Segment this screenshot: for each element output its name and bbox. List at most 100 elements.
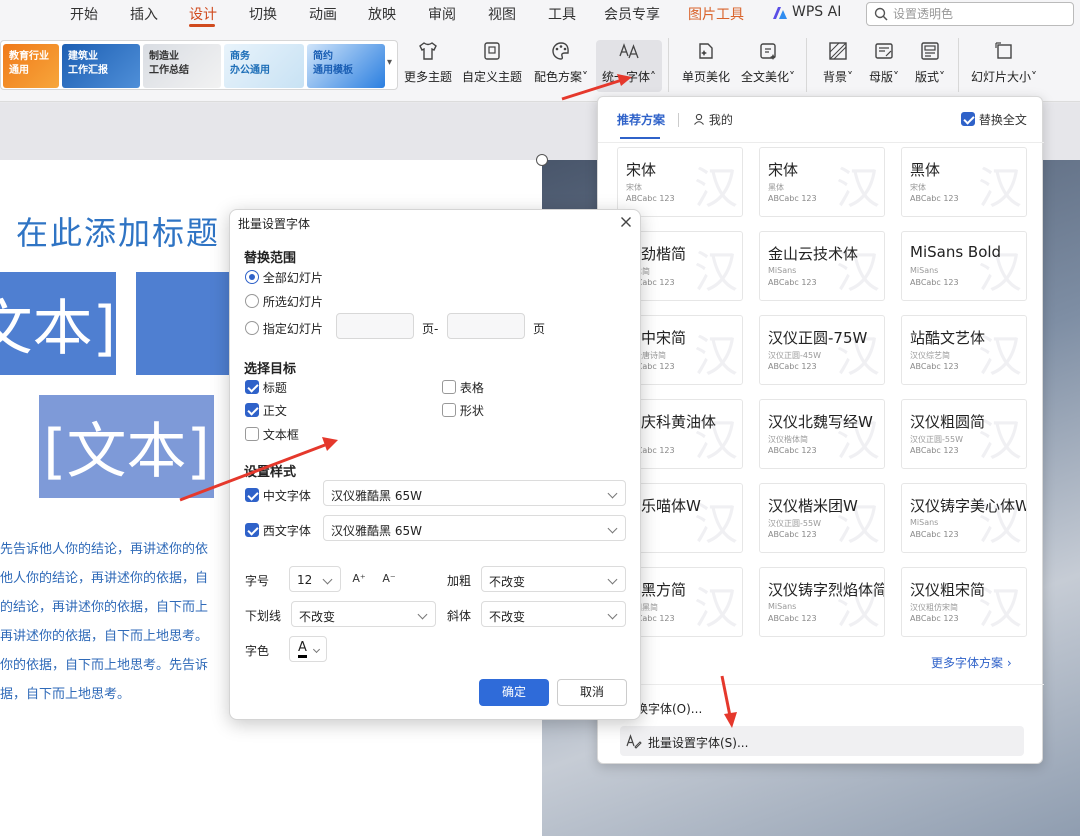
search-input[interactable] — [893, 6, 1063, 22]
font-scheme-card[interactable]: 汉汉仪楷米团W 汉仪正圆-55W ABCabc 123 — [759, 483, 885, 553]
slide-text-box[interactable]: [文本] — [39, 395, 214, 498]
theme-gallery[interactable]: 教育行业 通用 建筑业 工作汇报 制造业 工作总结 商务 办公通用 简约 通用模… — [0, 40, 398, 90]
font-color-picker[interactable]: A — [289, 636, 327, 662]
increase-font-size-icon[interactable]: A⁺ — [350, 570, 368, 588]
font-scheme-card[interactable]: 汉汉仪正圆-75W 汉仪正圆-45W ABCabc 123 — [759, 315, 885, 385]
decrease-font-size-icon[interactable]: A⁻ — [380, 570, 398, 588]
layout-button[interactable]: 版式˅ — [910, 40, 950, 92]
single-page-beautify-button[interactable]: 单页美化 — [678, 40, 734, 92]
underline-label: 下划线 — [245, 609, 282, 623]
chevron-down-icon — [607, 609, 618, 620]
slide-size-button[interactable]: 幻灯片大小˅ — [968, 40, 1040, 92]
italic-select[interactable]: 不改变 — [481, 601, 626, 627]
page-to-input[interactable] — [447, 313, 525, 339]
menu-home[interactable]: 开始 — [70, 4, 98, 24]
cancel-button[interactable]: 取消 — [557, 679, 627, 706]
font-scheme-body-font: MiSans — [910, 266, 939, 275]
slide-body-text[interactable]: 先告诉他人你的结论，再讲述你的依 他人你的结论，再讲述你的依据，自 的结论，再讲… — [0, 538, 240, 708]
font-scheme-card[interactable]: 汉 MiSans Bold MiSans ABCabc 123 — [901, 231, 1027, 301]
target-shape-checkbox[interactable]: 形状 — [442, 402, 484, 419]
target-body-checkbox[interactable]: 正文 — [245, 402, 287, 419]
font-scheme-card[interactable]: 汉宋体 宋体 ABCabc 123 — [617, 147, 743, 217]
scope-specified-radio[interactable]: 指定幻灯片 — [245, 320, 323, 337]
underline-value: 不改变 — [299, 610, 336, 624]
tab-recommended[interactable]: 推荐方案 — [617, 111, 665, 128]
font-scheme-title: 宋体 — [626, 161, 657, 179]
page-from-input[interactable] — [336, 313, 414, 339]
font-scheme-card[interactable]: 汉金山云技术体 MiSans ABCabc 123 — [759, 231, 885, 301]
slide-text-box[interactable]: 文本] — [0, 272, 116, 375]
theme-thumb-simple[interactable]: 简约 通用模板 — [307, 44, 385, 88]
menu-member[interactable]: 会员专享 — [604, 4, 660, 24]
slide-text-box[interactable] — [136, 272, 240, 375]
menu-picture-tools[interactable]: 图片工具 — [688, 4, 744, 24]
tab-divider — [678, 113, 679, 127]
background-button[interactable]: 背景˅ — [818, 40, 858, 92]
chinese-font-select[interactable]: 汉仪雅酷黑 65W — [323, 480, 626, 506]
ok-button[interactable]: 确定 — [479, 679, 549, 706]
theme-thumb-manufacturing[interactable]: 制造业 工作总结 — [143, 44, 221, 88]
theme-thumb-construction[interactable]: 建筑业 工作汇报 — [62, 44, 140, 88]
rotate-handle[interactable] — [536, 154, 548, 166]
tab-active-indicator — [620, 137, 660, 139]
tab-mine[interactable]: 我的 — [693, 111, 733, 128]
menu-wps-ai[interactable]: WPS AI — [792, 4, 841, 20]
menu-slideshow[interactable]: 放映 — [368, 4, 396, 24]
font-scheme-card[interactable]: 汉 黑体 宋体 ABCabc 123 — [901, 147, 1027, 217]
full-text-beautify-label: 全文美化˅ — [740, 70, 795, 84]
theme-thumb-business[interactable]: 商务 办公通用 — [224, 44, 304, 88]
background-label: 背景˅ — [822, 70, 853, 84]
scope-selected-label: 所选幻灯片 — [262, 295, 323, 309]
menu-tools[interactable]: 工具 — [548, 4, 576, 24]
batch-set-font-menu-item[interactable]: 批量设置字体(S)... — [620, 726, 1024, 756]
menu-review[interactable]: 审阅 — [428, 4, 456, 24]
font-scheme-sample: ABCabc 123 — [768, 446, 817, 455]
target-textbox-checkbox[interactable]: 文本框 — [245, 426, 299, 443]
font-scheme-body-font: 汉仪粗仿宋简 — [910, 603, 958, 612]
target-title-checkbox[interactable]: 标题 — [245, 379, 287, 396]
font-scheme-card[interactable]: 汉汉仪北魏写经W 汉仪楷体简 ABCabc 123 — [759, 399, 885, 469]
search-box[interactable] — [866, 2, 1074, 26]
font-scheme-title: 站酷文艺体 — [910, 329, 986, 347]
menu-view[interactable]: 视图 — [488, 4, 516, 24]
scope-all-radio[interactable]: 全部幻灯片 — [245, 269, 323, 286]
close-icon[interactable] — [618, 214, 634, 230]
slide-title[interactable]: 在此添加标题 — [16, 208, 220, 254]
bold-select[interactable]: 不改变 — [481, 566, 626, 592]
unify-font-button[interactable]: 统一字体˄ — [596, 40, 662, 92]
italic-value: 不改变 — [489, 610, 526, 624]
custom-theme-button[interactable]: 自定义主题 — [461, 40, 523, 92]
font-scheme-card[interactable]: 汉汉仪粗宋简 汉仪粗仿宋简 ABCabc 123 — [901, 567, 1027, 637]
theme-thumb-education[interactable]: 教育行业 通用 — [3, 44, 59, 88]
font-scheme-card[interactable]: 汉汉仪铸字烈焰体简 MiSans ABCabc 123 — [759, 567, 885, 637]
more-font-schemes-link[interactable]: 更多字体方案 › — [931, 654, 1012, 671]
chevron-down-icon — [607, 523, 618, 534]
scope-selected-radio[interactable]: 所选幻灯片 — [245, 293, 323, 310]
full-text-beautify-button[interactable]: 全文美化˅ — [738, 40, 798, 92]
gallery-expand-icon[interactable]: ▾ — [387, 57, 392, 68]
menu-insert[interactable]: 插入 — [130, 4, 158, 24]
menu-animation[interactable]: 动画 — [309, 4, 337, 24]
master-button[interactable]: 母版˅ — [864, 40, 904, 92]
more-font-schemes-label: 更多字体方案 — [931, 656, 1004, 670]
font-size-select[interactable]: 12 — [289, 566, 341, 592]
font-scheme-card[interactable]: 汉汉仪铸字美心体W MiSans ABCabc 123 — [901, 483, 1027, 553]
font-size-label: 字号 — [245, 574, 270, 588]
chinese-font-checkbox[interactable]: 中文字体 — [245, 487, 311, 504]
font-scheme-card[interactable]: 汉 宋体 黑体 ABCabc 123 — [759, 147, 885, 217]
menu-design[interactable]: 设计 — [189, 4, 217, 24]
color-scheme-button[interactable]: 配色方案˅ — [530, 40, 592, 92]
more-themes-button[interactable]: 更多主题 — [402, 40, 454, 92]
target-textbox-label: 文本框 — [262, 428, 299, 442]
target-table-checkbox[interactable]: 表格 — [442, 379, 484, 396]
checkbox-checked-icon — [245, 380, 259, 394]
underline-select[interactable]: 不改变 — [291, 601, 436, 627]
western-font-select[interactable]: 汉仪雅酷黑 65W — [323, 515, 626, 541]
menu-transition[interactable]: 切换 — [249, 4, 277, 24]
font-scheme-card[interactable]: 汉站酷文艺体 汉仪综艺简 ABCabc 123 — [901, 315, 1027, 385]
font-scheme-card[interactable]: 汉汉仪粗圆简 汉仪正圆-55W ABCabc 123 — [901, 399, 1027, 469]
checkbox-icon — [442, 380, 456, 394]
layout-label: 版式˅ — [914, 70, 945, 84]
western-font-checkbox[interactable]: 西文字体 — [245, 522, 311, 539]
replace-all-checkbox[interactable]: 替换全文 — [961, 111, 1027, 128]
